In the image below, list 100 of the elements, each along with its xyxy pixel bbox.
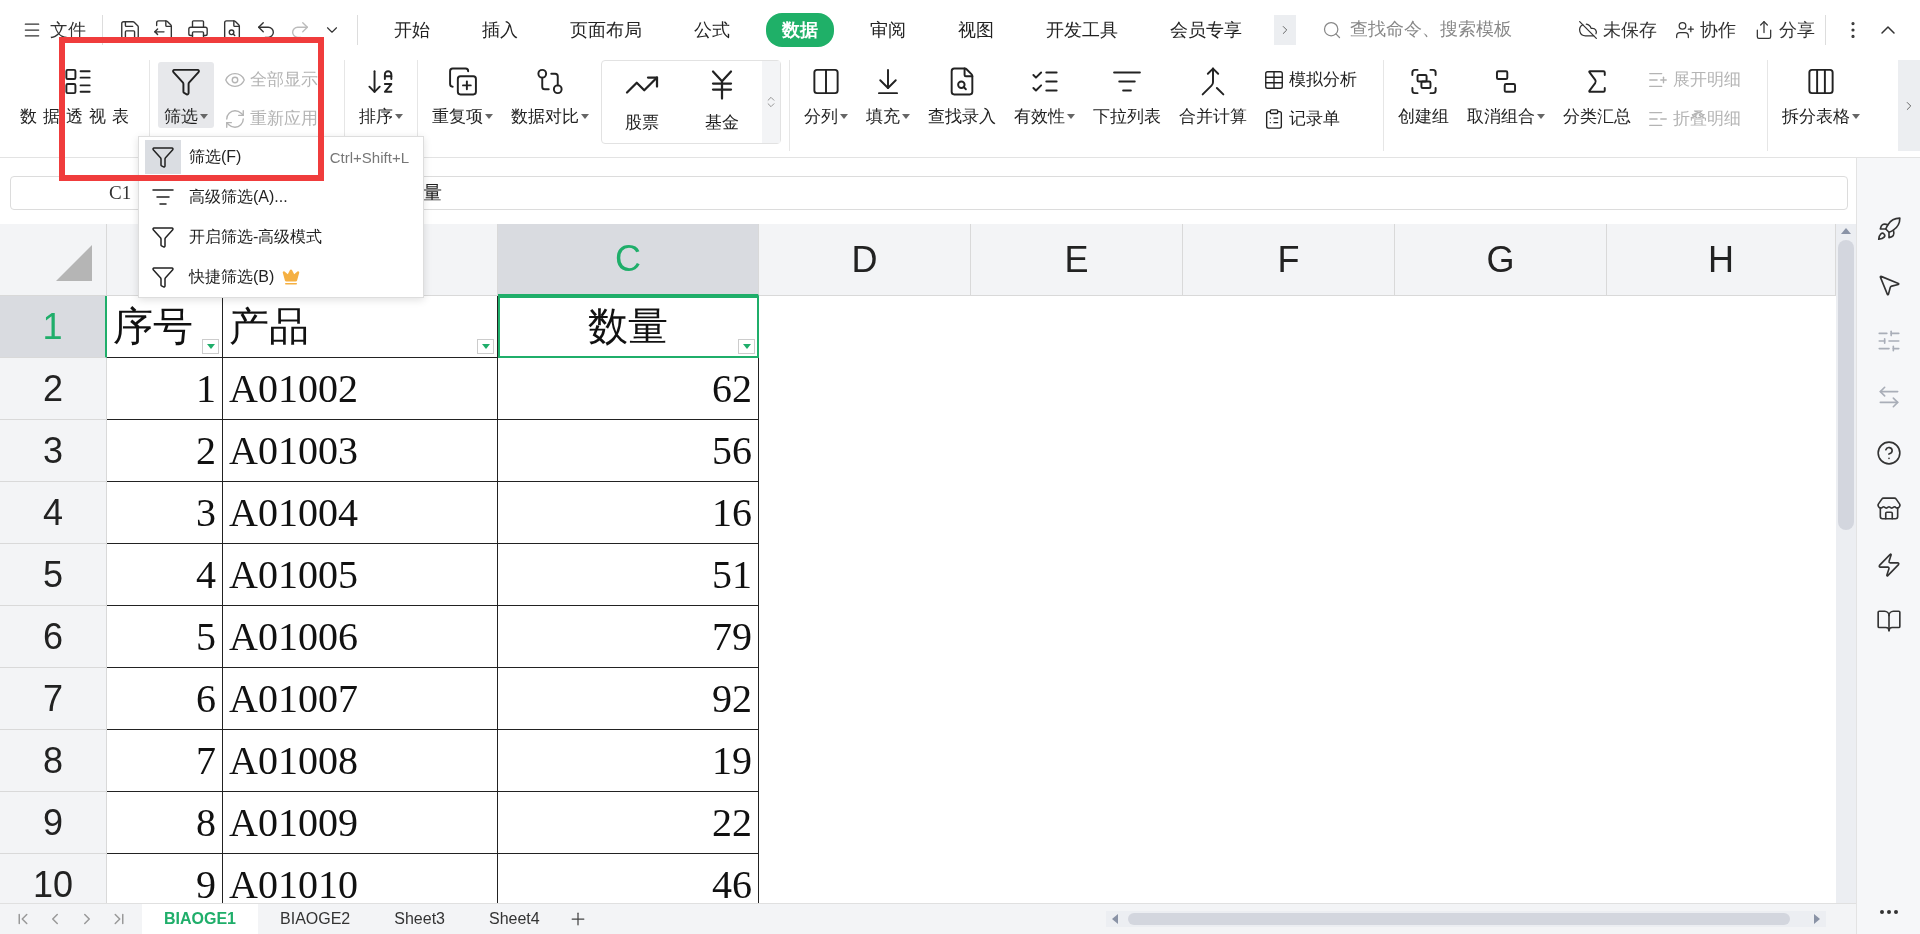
search-field[interactable]: 查找命令、搜索模板 <box>1322 18 1552 41</box>
rocket-icon[interactable] <box>1875 216 1902 242</box>
table-cell: A01002 <box>223 358 498 420</box>
table-cell: 79 <box>498 606 759 668</box>
menu-tab[interactable]: 开发工具 <box>1030 12 1134 47</box>
ribbon-button[interactable]: 模拟分析 <box>1259 66 1361 93</box>
vertical-scrollbar[interactable] <box>1836 224 1856 903</box>
ribbon-button[interactable]: 取消组合 <box>1461 62 1551 128</box>
column-header[interactable]: D <box>759 224 971 296</box>
menu-item[interactable]: 开启筛选-高级模式 <box>139 221 423 253</box>
column-header[interactable]: E <box>971 224 1183 296</box>
horizontal-scrollbar[interactable] <box>1106 911 1826 927</box>
menu-tab[interactable]: 插入 <box>466 12 534 47</box>
row-header[interactable]: 5 <box>0 544 107 606</box>
menu-item[interactable]: 筛选(F) Ctrl+Shift+L <box>139 141 423 173</box>
table-cell: 56 <box>498 420 759 482</box>
row-header[interactable]: 8 <box>0 730 107 792</box>
ribbon-button[interactable]: 筛选 <box>158 62 214 128</box>
table-cell: 6 <box>107 668 223 730</box>
ribbon-button[interactable]: 拆分表格 <box>1776 62 1866 128</box>
row-header[interactable]: 3 <box>0 420 107 482</box>
filter-dropdown-button[interactable] <box>202 339 219 354</box>
row-header[interactable]: 7 <box>0 668 107 730</box>
row-header[interactable]: 10 <box>0 854 107 903</box>
table-cell: 4 <box>107 544 223 606</box>
row-header[interactable]: 4 <box>0 482 107 544</box>
filter-dropdown-button[interactable] <box>738 339 755 354</box>
ribbon-button[interactable]: 记录单 <box>1259 105 1361 132</box>
column-header[interactable]: G <box>1395 224 1607 296</box>
table-cell: A01009 <box>223 792 498 854</box>
ribbon-button[interactable]: 有效性 <box>1008 62 1081 128</box>
arrow-up-icon[interactable] <box>1841 228 1851 234</box>
ribbon-button[interactable]: 重复项 <box>426 62 499 128</box>
sheet-tab[interactable]: Sheet3 <box>372 903 467 934</box>
refresh-icon <box>224 107 246 130</box>
select-all-icon[interactable] <box>56 245 92 281</box>
table-cell: 5 <box>107 606 223 668</box>
ribbon-button[interactable]: 分列 <box>798 62 854 128</box>
help-icon[interactable] <box>1875 440 1902 466</box>
table-cell: A01004 <box>223 482 498 544</box>
ribbon-button[interactable]: 创建组 <box>1392 62 1455 128</box>
store-icon[interactable] <box>1875 496 1902 522</box>
menu-item[interactable]: 快捷筛选(B) <box>139 261 423 293</box>
ribbon-button[interactable]: 合并计算 <box>1173 62 1253 128</box>
scroll-thumb[interactable] <box>1838 240 1854 530</box>
search-icon <box>1322 19 1342 40</box>
sliders-icon[interactable] <box>1875 328 1902 354</box>
table-cell: 19 <box>498 730 759 792</box>
ribbon-button[interactable]: 下拉列表 <box>1087 62 1167 128</box>
table-cell: 51 <box>498 544 759 606</box>
table-cell: 2 <box>107 420 223 482</box>
book-icon[interactable] <box>1875 608 1902 634</box>
ribbon-button[interactable]: 排序 <box>353 62 409 128</box>
caret-icon <box>1852 114 1860 119</box>
ribbon-button[interactable]: 基金 <box>682 61 762 143</box>
gallery-scroll-bar[interactable] <box>762 61 780 143</box>
ribbon-button[interactable]: 数据对比 <box>505 62 595 128</box>
caret-icon <box>840 114 848 119</box>
column-header[interactable]: H <box>1607 224 1836 296</box>
caret-icon <box>1067 114 1075 119</box>
cell-reference: C1 <box>109 182 132 204</box>
scroll-thumb[interactable] <box>1128 913 1790 925</box>
ribbon-button[interactable]: 查找录入 <box>922 62 1002 128</box>
toolbar-button[interactable]: 协作 <box>1675 17 1736 42</box>
ribbon-button[interactable]: 股票 <box>602 61 682 143</box>
menu-tab[interactable]: 会员专享 <box>1154 12 1258 47</box>
ribbon-button[interactable]: 数据透视表 <box>14 62 141 128</box>
table-cell: A01008 <box>223 730 498 792</box>
row-header[interactable]: 6 <box>0 606 107 668</box>
file-menu[interactable]: 文件 <box>16 13 92 46</box>
ribbon-button[interactable]: 填充 <box>860 62 916 128</box>
row-header[interactable]: 2 <box>0 358 107 420</box>
caret-icon <box>200 114 208 119</box>
arrow-right-icon[interactable] <box>1814 914 1820 924</box>
menu-tab[interactable]: 审阅 <box>854 12 922 47</box>
column-header[interactable]: F <box>1183 224 1395 296</box>
more-tabs-button[interactable] <box>1274 14 1296 45</box>
menu-tab[interactable]: 页面布局 <box>554 12 658 47</box>
menu-item-label: 开启筛选-高级模式 <box>189 226 323 247</box>
menu-item[interactable]: 高级筛选(A)... <box>139 181 423 213</box>
table-cell: 92 <box>498 668 759 730</box>
menu-tab[interactable]: 开始 <box>378 12 446 47</box>
toolbar-button[interactable]: 未保存 <box>1578 17 1657 42</box>
row-header[interactable]: 9 <box>0 792 107 854</box>
user-plus-icon <box>1675 19 1695 40</box>
ribbon-button[interactable]: 分类汇总 <box>1557 62 1637 128</box>
sheet-tab[interactable]: BIAOGE2 <box>258 903 373 934</box>
arrow-left-icon[interactable] <box>1112 914 1118 924</box>
table-cell: 1 <box>107 358 223 420</box>
caret-icon <box>1537 114 1545 119</box>
sheet-tab[interactable]: Sheet4 <box>467 903 562 934</box>
caret-icon <box>481 344 490 349</box>
table-cell: A01007 <box>223 668 498 730</box>
menu-tab[interactable]: 公式 <box>678 12 746 47</box>
caret-icon <box>395 114 403 119</box>
table-cell: 数量 <box>498 296 759 358</box>
filter-dropdown-button[interactable] <box>477 339 494 354</box>
menu-tab[interactable]: 视图 <box>942 12 1010 47</box>
table-cell: A01006 <box>223 606 498 668</box>
toolbar-button[interactable]: 分享 <box>1754 17 1815 42</box>
